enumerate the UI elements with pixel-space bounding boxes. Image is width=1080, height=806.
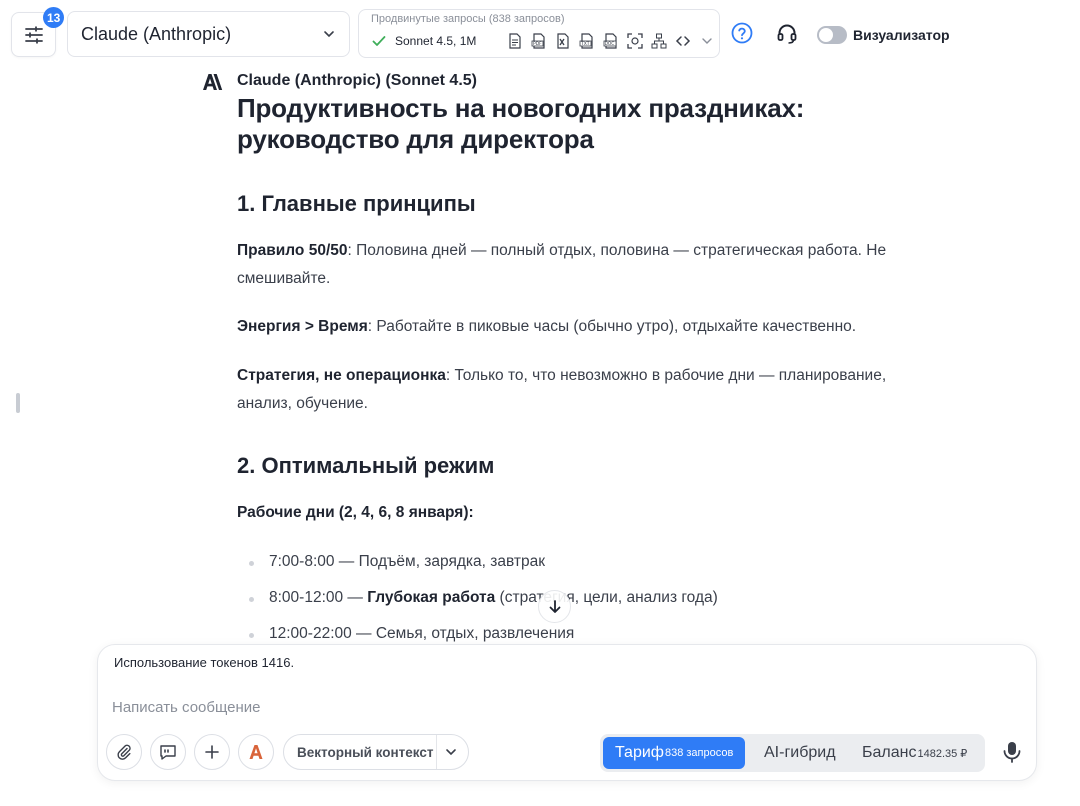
advanced-requests-panel[interactable]: Продвинутые запросы (838 запросов) Sonne… xyxy=(358,9,720,58)
divider xyxy=(436,735,437,769)
list-item-bold: Глубокая работа xyxy=(367,589,496,606)
model-select-label: Claude (Anthropic) xyxy=(81,23,232,44)
workdays-label-bold: Рабочие дни (2, 4, 6, 8 января): xyxy=(237,504,474,521)
tab-balance-label: Баланс xyxy=(862,744,917,761)
message-title: Продуктивность на новогодних праздниках:… xyxy=(237,93,805,154)
paragraph-rule: Правило 50/50: Половина дней — полный от… xyxy=(237,237,927,293)
chevron-down-icon[interactable] xyxy=(444,745,458,759)
sidebar-resize-handle[interactable] xyxy=(16,393,20,413)
paragraph-energy-bold: Энергия > Время xyxy=(237,318,368,335)
list-item: 8:00-12:00 — Глубокая работа (стратегия,… xyxy=(249,589,718,607)
tab-balance[interactable]: Баланс 1482.35 ₽ xyxy=(862,737,967,769)
chevron-down-icon xyxy=(324,31,334,38)
billing-mode-tabs: Тариф 838 запросов AI-гибрид Баланс 1482.3… xyxy=(600,734,985,772)
advanced-requests-title: Продвинутые запросы (838 запросов) xyxy=(371,13,565,25)
toggle-knob xyxy=(819,28,833,42)
tab-tariff-count: 838 запросов xyxy=(664,747,734,759)
attach-button[interactable] xyxy=(106,734,142,770)
model-select[interactable]: Claude (Anthropic) xyxy=(67,11,350,57)
code-icon[interactable] xyxy=(674,32,692,50)
plus-icon xyxy=(205,745,219,759)
vector-context-label: Векторный контекст xyxy=(297,744,434,760)
list-item-text: 7:00-8:00 — Подъём, зарядка, завтрак xyxy=(269,553,546,570)
message-composer: Использование токенов 1416. Векторный ко… xyxy=(97,644,1037,781)
advanced-model-name: Sonnet 4.5, 1M xyxy=(395,34,477,48)
diagram-icon[interactable] xyxy=(650,32,668,50)
tab-tariff-label: Тариф xyxy=(615,744,664,761)
visualizer-label: Визуализатор xyxy=(853,27,950,43)
message-author: Claude (Anthropic) (Sonnet 4.5) xyxy=(237,72,477,89)
arrow-down-icon xyxy=(549,599,560,613)
list-item-text: 8:00-12:00 — xyxy=(269,589,368,606)
prompts-button[interactable] xyxy=(150,734,186,770)
sliders-icon xyxy=(24,26,43,43)
workdays-label: Рабочие дни (2, 4, 6, 8 января): xyxy=(237,499,927,527)
excel-file-icon[interactable] xyxy=(554,32,572,50)
message-content: Продуктивность на новогодних праздниках:… xyxy=(237,93,927,642)
document-icon[interactable] xyxy=(506,32,524,50)
chat-quote-icon xyxy=(160,745,176,760)
anthropic-logo-icon xyxy=(203,74,223,90)
list-item-suffix: (стратегия, цели, анализ года) xyxy=(495,589,718,606)
list-item: 12:00-22:00 — Семья, отдых, развлечения xyxy=(248,625,575,643)
vector-context-select[interactable]: Векторный контекст xyxy=(283,734,469,770)
list-item-text: 12:00-22:00 — Семья, отдых, развлечения xyxy=(269,625,575,642)
scroll-down-button[interactable] xyxy=(538,590,571,623)
paragraph-rule-bold: Правило 50/50 xyxy=(237,242,348,259)
section-heading-principles: 1. Главные принципы xyxy=(237,191,476,216)
chevron-down-icon[interactable] xyxy=(698,32,716,50)
tab-ai-hybrid[interactable]: AI-гибрид xyxy=(764,737,836,769)
settings-count-badge: 13 xyxy=(43,7,65,28)
token-usage-text: Использование токенов 1416. xyxy=(114,655,295,670)
paragraph-strategy-bold: Стратегия, не операционка xyxy=(237,367,446,384)
pdf-file-icon[interactable]: PDF xyxy=(530,32,548,50)
check-icon xyxy=(372,36,386,46)
tab-balance-amount: 1482.35 ₽ xyxy=(917,747,968,760)
tab-ai-hybrid-label: AI-гибрид xyxy=(764,744,836,761)
section-heading-schedule: 2. Оптимальный режим xyxy=(237,453,495,478)
anthropic-model-button[interactable] xyxy=(238,734,274,770)
scan-icon[interactable] xyxy=(626,32,644,50)
message-input[interactable] xyxy=(112,695,712,719)
paragraph-energy: Энергия > Время: Работайте в пиковые час… xyxy=(237,313,927,341)
microphone-icon[interactable] xyxy=(1001,740,1023,764)
paragraph-energy-text: : Работайте в пиковые часы (обычно утро)… xyxy=(367,318,857,335)
anthropic-a-icon xyxy=(249,745,263,759)
paragraph-strategy: Стратегия, не операционка: Только то, чт… xyxy=(237,362,927,418)
visualizer-toggle[interactable] xyxy=(817,26,847,44)
text-file-icon[interactable]: TXT xyxy=(578,32,596,50)
add-button[interactable] xyxy=(194,734,230,770)
tab-tariff[interactable]: Тариф 838 запросов xyxy=(603,737,746,769)
help-icon[interactable] xyxy=(731,22,753,44)
code-file-icon[interactable]: DOC xyxy=(602,32,620,50)
svg-text:DOC: DOC xyxy=(605,41,615,47)
headset-icon[interactable] xyxy=(776,23,798,45)
paperclip-icon xyxy=(117,744,131,760)
svg-text:TXT: TXT xyxy=(580,41,590,47)
list-item: 7:00-8:00 — Подъём, зарядка, завтрак xyxy=(248,553,546,571)
svg-text:PDF: PDF xyxy=(533,41,542,47)
